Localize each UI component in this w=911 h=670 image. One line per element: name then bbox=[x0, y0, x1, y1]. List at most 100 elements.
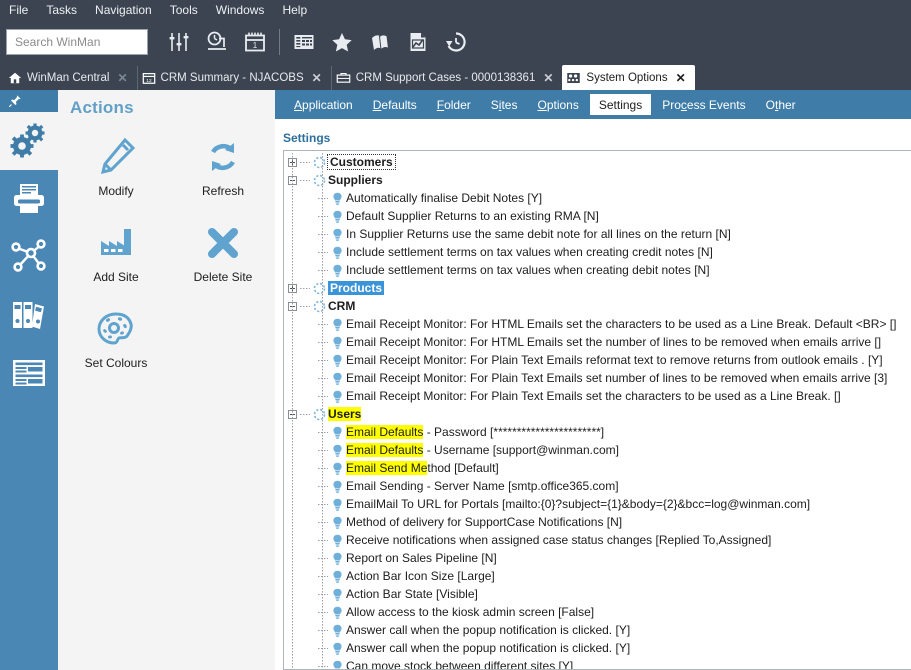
settings-content: Settings Customers Suppliers Automatically… bbox=[275, 119, 911, 670]
icon-rail bbox=[0, 90, 58, 670]
action-modify[interactable]: Modify bbox=[67, 126, 165, 212]
menu-navigation[interactable]: Navigation bbox=[93, 3, 154, 17]
toolbar-separator bbox=[279, 29, 280, 55]
tree-leaf-row[interactable]: In Supplier Returns use the same debit n… bbox=[284, 225, 911, 243]
window-tab-label: System Options bbox=[586, 71, 668, 84]
tree-connector bbox=[318, 215, 328, 217]
rail-item-printer[interactable] bbox=[0, 170, 58, 228]
tree-leaf-row[interactable]: Email Defaults - Username [support@winma… bbox=[284, 441, 911, 459]
tree-leaf-row[interactable]: Receive notifications when assigned case… bbox=[284, 531, 911, 549]
tree-connector bbox=[318, 539, 328, 541]
actions-grid: Modify Refresh Add Site Delete Site Set … bbox=[58, 126, 275, 384]
tab-folder[interactable]: Folder bbox=[428, 94, 480, 115]
tree-node-label: Answer call when the popup notification … bbox=[346, 623, 631, 637]
flags-icon[interactable] bbox=[361, 23, 399, 61]
lightbulb-icon bbox=[328, 318, 346, 331]
window-tab-winman-central[interactable]: WinMan Central ✕ bbox=[4, 66, 137, 90]
rail-item-form-list[interactable] bbox=[0, 344, 58, 402]
action-refresh[interactable]: Refresh bbox=[174, 126, 272, 212]
tree-leaf-row[interactable]: Email Send Method [Default] bbox=[284, 459, 911, 477]
tree-node-label: Email Defaults - Password [*************… bbox=[346, 425, 605, 439]
tree-leaf-row[interactable]: Include settlement terms on tax values w… bbox=[284, 243, 911, 261]
tree-leaf-row[interactable]: Action Bar State [Visible] bbox=[284, 585, 911, 603]
search-highlight: Email Send Me bbox=[346, 461, 428, 475]
window-tab-system-options[interactable]: System Options ✕ bbox=[562, 65, 695, 90]
timer-stand-icon[interactable] bbox=[198, 23, 236, 61]
tree-connector bbox=[318, 557, 328, 559]
tree-group-row[interactable]: Products bbox=[284, 279, 911, 297]
menu-windows[interactable]: Windows bbox=[214, 3, 267, 17]
cross-icon bbox=[201, 218, 245, 268]
close-icon[interactable]: ✕ bbox=[673, 71, 689, 85]
history-clock-icon[interactable] bbox=[437, 23, 475, 61]
pin-icon[interactable] bbox=[0, 90, 58, 112]
window-tab-crm-summary[interactable]: 12 CRM Summary - NJACOBS ✕ bbox=[136, 66, 331, 90]
tab-sites[interactable]: Si tes bbox=[482, 94, 527, 115]
lightbulb-icon bbox=[328, 606, 346, 619]
rail-item-binders[interactable] bbox=[0, 286, 58, 344]
tree-leaf-row[interactable]: Can move stock between different sites [… bbox=[284, 657, 911, 669]
tree-node-label: Default Supplier Returns to an existing … bbox=[346, 209, 599, 223]
action-add-site[interactable]: Add Site bbox=[67, 212, 165, 298]
tree-leaf-row[interactable]: Include settlement terms on tax values w… bbox=[284, 261, 911, 279]
tree-leaf-row[interactable]: Email Receipt Monitor: For Plain Text Em… bbox=[284, 387, 911, 405]
rail-item-network-nodes[interactable] bbox=[0, 228, 58, 286]
tree-leaf-row[interactable]: Email Receipt Monitor: For Plain Text Em… bbox=[284, 369, 911, 387]
tree-leaf-row[interactable]: EmailMail To URL for Portals [mailto:{0}… bbox=[284, 495, 911, 513]
tree-leaf-row[interactable]: Allow access to the kiosk admin screen [… bbox=[284, 603, 911, 621]
tree-leaf-row[interactable]: Default Supplier Returns to an existing … bbox=[284, 207, 911, 225]
menu-tasks[interactable]: Tasks bbox=[44, 3, 79, 17]
tree-leaf-row[interactable]: Report on Sales Pipeline [N] bbox=[284, 549, 911, 567]
search-box[interactable] bbox=[6, 29, 148, 55]
close-icon[interactable]: ✕ bbox=[540, 71, 556, 85]
tree-leaf-row[interactable]: Email Sending - Server Name [smtp.office… bbox=[284, 477, 911, 495]
tree-node-icon bbox=[310, 408, 328, 421]
tree-connector bbox=[318, 377, 328, 379]
tree-group-row[interactable]: Suppliers bbox=[284, 171, 911, 189]
tree-group-row[interactable]: CRM bbox=[284, 297, 911, 315]
calendar-icon[interactable]: 1 bbox=[236, 23, 274, 61]
lightbulb-icon bbox=[328, 372, 346, 385]
action-delete-site[interactable]: Delete Site bbox=[174, 212, 272, 298]
close-icon[interactable]: ✕ bbox=[309, 71, 325, 85]
menu-help[interactable]: Help bbox=[280, 3, 309, 17]
menu-tools[interactable]: Tools bbox=[168, 3, 200, 17]
tree-leaf-row[interactable]: Automatically finalise Debit Notes [Y] bbox=[284, 189, 911, 207]
tree-group-row[interactable]: Users bbox=[284, 405, 911, 423]
tab-defaults[interactable]: Defaults bbox=[364, 94, 426, 115]
menu-file[interactable]: File bbox=[7, 3, 30, 17]
tree-node-label: Email Receipt Monitor: For Plain Text Em… bbox=[346, 353, 883, 367]
close-icon[interactable]: ✕ bbox=[114, 71, 130, 85]
tab-options[interactable]: Options bbox=[528, 94, 587, 115]
tab-settings[interactable]: Settin g s bbox=[589, 94, 652, 115]
window-tab-crm-support-cases[interactable]: CRM Support Cases - 0000138361 ✕ bbox=[330, 66, 563, 90]
chart-document-icon[interactable] bbox=[399, 23, 437, 61]
tree-leaf-row[interactable]: Action Bar Icon Size [Large] bbox=[284, 567, 911, 585]
tree-leaf-row[interactable]: Email Receipt Monitor: For Plain Text Em… bbox=[284, 351, 911, 369]
star-icon[interactable] bbox=[323, 23, 361, 61]
tree-leaf-row[interactable]: Email Receipt Monitor: For HTML Emails s… bbox=[284, 315, 911, 333]
lightbulb-icon bbox=[328, 642, 346, 655]
tree-connector bbox=[318, 449, 328, 451]
tree-leaf-row[interactable]: Answer call when the popup notification … bbox=[284, 639, 911, 657]
tree-leaf-row[interactable]: Email Defaults - Password [*************… bbox=[284, 423, 911, 441]
tree-group-row[interactable]: Customers bbox=[284, 153, 911, 171]
action-label: Refresh bbox=[201, 184, 245, 198]
tab-other[interactable]: Ot her bbox=[757, 94, 805, 115]
sliders-icon[interactable] bbox=[160, 23, 198, 61]
tree-leaf-row[interactable]: Email Receipt Monitor: For HTML Emails s… bbox=[284, 333, 911, 351]
tree-leaf-row[interactable]: Answer call when the popup notification … bbox=[284, 621, 911, 639]
search-input[interactable] bbox=[13, 34, 141, 50]
rail-item-gears[interactable] bbox=[0, 112, 58, 170]
tree-node-label: Include settlement terms on tax values w… bbox=[346, 263, 710, 277]
action-set-colours[interactable]: Set Colours bbox=[67, 298, 165, 384]
lightbulb-icon bbox=[328, 480, 346, 493]
tree-leaf-row[interactable]: Method of delivery for SupportCase Notif… bbox=[284, 513, 911, 531]
lightbulb-icon bbox=[328, 192, 346, 205]
tab-application[interactable]: Application bbox=[285, 94, 362, 115]
settings-tree-panel[interactable]: Customers Suppliers Automatically finalise… bbox=[283, 150, 911, 670]
grid-table-icon[interactable] bbox=[285, 23, 323, 61]
action-label: Delete Site bbox=[193, 270, 253, 284]
tab-process-events[interactable]: Pro c ess Events bbox=[653, 94, 754, 115]
lightbulb-icon bbox=[328, 390, 346, 403]
